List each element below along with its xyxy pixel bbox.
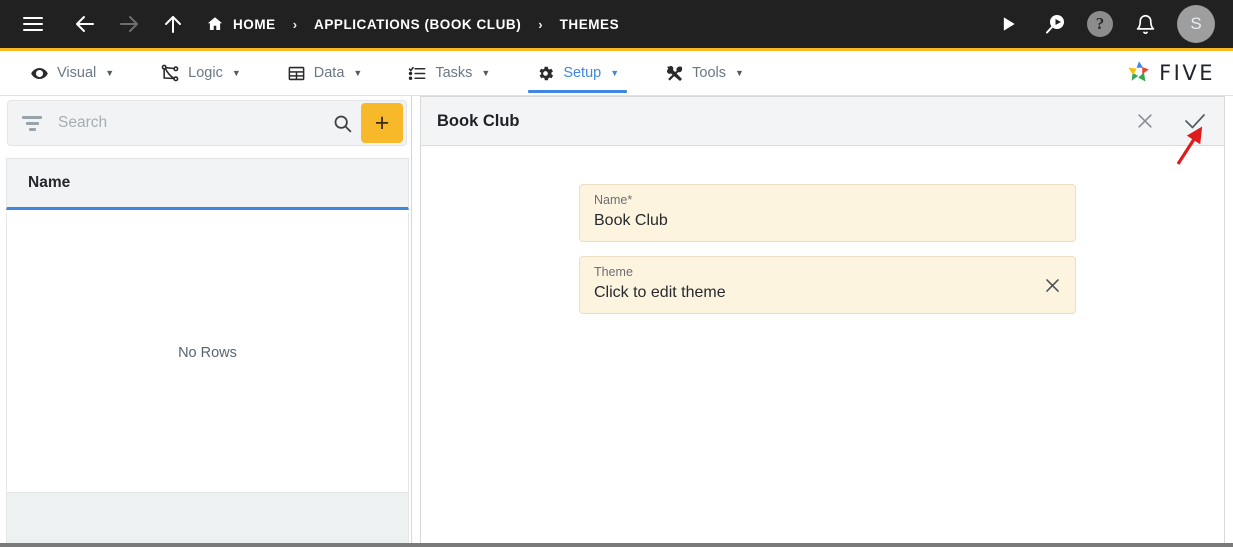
forward-button[interactable] <box>114 9 144 39</box>
menu-item-visual[interactable]: Visual ▼ <box>16 51 128 95</box>
search-bar: + <box>7 100 407 146</box>
required-marker: * <box>627 193 633 207</box>
tools-icon <box>665 64 684 83</box>
chevron-down-icon: ▼ <box>105 68 115 78</box>
gear-icon <box>536 64 555 83</box>
search-input[interactable] <box>42 114 324 132</box>
app-root: HOME › APPLICATIONS (BOOK CLUB) › THEMES <box>0 0 1233 547</box>
breadcrumb-label-applications: APPLICATIONS (BOOK CLUB) <box>314 16 522 32</box>
empty-state-message: No Rows <box>178 344 237 361</box>
share-nodes-icon <box>160 63 180 83</box>
record-header-actions <box>1130 106 1210 136</box>
field-theme[interactable]: Theme Click to edit theme <box>579 256 1076 314</box>
themes-list-panel: + Name No Rows <box>0 96 412 547</box>
home-icon <box>206 15 224 33</box>
breadcrumb-item-themes[interactable]: THEMES <box>560 17 620 32</box>
breadcrumb-separator: › <box>292 16 298 32</box>
search-icon[interactable] <box>324 113 361 134</box>
back-button[interactable] <box>70 9 100 39</box>
menu-label-tasks: Tasks <box>435 65 473 81</box>
menu-item-setup[interactable]: Setup ▼ <box>522 51 633 95</box>
grid-footer <box>6 492 409 545</box>
avatar[interactable]: S <box>1177 5 1215 43</box>
breadcrumb-separator: › <box>538 16 543 32</box>
top-navigation-bar: HOME › APPLICATIONS (BOOK CLUB) › THEMES <box>0 0 1233 48</box>
field-label-text: Theme <box>594 265 633 279</box>
field-label-text: Name <box>594 193 628 207</box>
search-play-icon[interactable] <box>1040 9 1070 39</box>
field-label-theme: Theme <box>594 265 1061 280</box>
field-name[interactable]: Name* Book Club <box>579 184 1076 242</box>
brand-logo: FIVE <box>1126 51 1233 95</box>
field-label-name: Name* <box>594 193 1061 208</box>
record-detail-panel: Book Club Name* Book Club Theme Click to… <box>420 96 1225 547</box>
add-theme-button[interactable]: + <box>361 103 403 143</box>
breadcrumb-label-themes: THEMES <box>559 16 620 32</box>
bell-icon[interactable] <box>1130 9 1160 39</box>
filter-icon[interactable] <box>22 115 42 131</box>
chevron-down-icon: ▼ <box>353 68 363 78</box>
horizontal-scrollbar[interactable] <box>0 543 1233 547</box>
play-icon[interactable] <box>993 9 1023 39</box>
help-icon[interactable]: ? <box>1087 11 1113 37</box>
breadcrumb-item-applications[interactable]: APPLICATIONS (BOOK CLUB) <box>314 17 521 32</box>
menu-item-data[interactable]: Data ▼ <box>273 51 377 95</box>
table-icon <box>287 64 306 83</box>
module-menu-bar: Visual ▼ Logic ▼ Data ▼ Tasks ▼ Setup ▼ … <box>0 48 1233 96</box>
record-header: Book Club <box>421 97 1224 146</box>
chevron-down-icon: ▼ <box>481 68 491 78</box>
chevron-down-icon: ▼ <box>610 68 620 78</box>
menu-label-setup: Setup <box>563 65 602 81</box>
field-value-name[interactable]: Book Club <box>594 208 1061 232</box>
five-pinwheel-icon <box>1126 58 1152 89</box>
save-check-button[interactable] <box>1180 106 1210 136</box>
help-glyph: ? <box>1095 14 1105 33</box>
clear-theme-icon[interactable] <box>1039 272 1065 298</box>
page-title: Book Club <box>437 111 520 130</box>
hamburger-icon[interactable] <box>18 9 48 39</box>
menu-label-logic: Logic <box>188 65 223 81</box>
breadcrumb-label-home: HOME <box>233 16 276 32</box>
field-value-theme[interactable]: Click to edit theme <box>594 280 1061 304</box>
menu-label-tools: Tools <box>692 65 726 81</box>
close-icon[interactable] <box>1130 106 1160 136</box>
grid-header-row: Name <box>6 158 409 210</box>
menu-item-tasks[interactable]: Tasks ▼ <box>394 51 504 95</box>
breadcrumb: HOME › APPLICATIONS (BOOK CLUB) › THEMES <box>206 0 619 48</box>
checklist-icon <box>408 64 427 83</box>
chevron-down-icon: ▼ <box>231 68 241 78</box>
brand-name: FIVE <box>1159 61 1215 85</box>
grid-column-header-name[interactable]: Name <box>28 174 70 192</box>
avatar-initial: S <box>1190 14 1202 33</box>
menu-label-data: Data <box>313 65 345 81</box>
go-up-button[interactable] <box>158 9 188 39</box>
menu-label-visual: Visual <box>57 65 97 81</box>
grid-body: No Rows <box>6 213 409 492</box>
menu-item-tools[interactable]: Tools ▼ <box>651 51 758 95</box>
chevron-down-icon: ▼ <box>735 68 744 78</box>
breadcrumb-item-home[interactable]: HOME <box>206 15 276 33</box>
top-bar-actions: ? S <box>993 5 1219 43</box>
menu-item-logic[interactable]: Logic ▼ <box>146 51 255 95</box>
record-form: Name* Book Club Theme Click to edit them… <box>421 146 1224 314</box>
eye-icon <box>30 64 49 83</box>
